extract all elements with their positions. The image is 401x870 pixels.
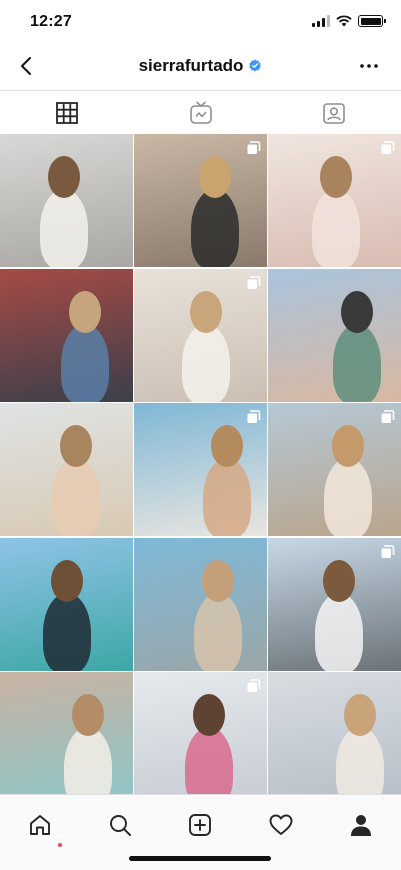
tab-tagged[interactable] <box>267 91 401 134</box>
nav-search-button[interactable] <box>100 805 140 845</box>
post-thumbnail-balcony-outfit[interactable] <box>134 537 267 671</box>
photo-subject <box>191 189 239 267</box>
photo-subject <box>333 323 381 402</box>
nav-activity-button[interactable] <box>261 805 301 845</box>
heart-icon <box>269 814 293 835</box>
nav-new-post-button[interactable] <box>180 805 220 845</box>
profile-tabs <box>0 90 401 134</box>
grid-icon <box>55 101 78 124</box>
photo-subject-hair <box>190 290 222 333</box>
post-thumbnail-closeup-portrait[interactable] <box>134 268 267 402</box>
photo-subject <box>61 323 109 402</box>
profile-username: sierrafurtado <box>138 56 244 75</box>
photo-subject-hair <box>202 559 234 602</box>
photo-subject-hair <box>69 290 101 333</box>
photo-subject <box>336 727 384 794</box>
photo-subject-hair <box>341 290 373 333</box>
photo-subject-hair <box>211 425 243 467</box>
home-icon <box>30 815 50 835</box>
photo-subject <box>182 323 230 402</box>
battery-icon <box>358 15 386 27</box>
post-thumbnail-sunset-duo[interactable] <box>268 268 401 402</box>
page-title: sierrafurtado <box>0 56 401 76</box>
photo-subject-hair <box>320 156 352 198</box>
verified-badge-icon <box>249 59 262 72</box>
status-bar: 12:27 <box>0 0 401 44</box>
tab-grid[interactable] <box>0 91 134 134</box>
photo-grid <box>0 134 401 794</box>
post-thumbnail-hot-tub-snow[interactable] <box>0 672 133 794</box>
photo-subject <box>324 458 372 536</box>
photo-subject-hair <box>193 694 225 736</box>
wifi-icon <box>336 15 352 27</box>
cellular-signal-icon <box>312 15 330 27</box>
carousel-icon <box>247 679 261 692</box>
photo-subject-hair <box>51 559 83 602</box>
post-thumbnail-bathroom-mirror-selfie[interactable] <box>0 134 133 267</box>
post-thumbnail-white-fence[interactable] <box>134 403 267 536</box>
photo-subject-hair <box>72 694 104 736</box>
carousel-icon <box>247 141 261 154</box>
add-post-icon <box>189 814 211 836</box>
post-thumbnail-red-car[interactable] <box>0 268 133 402</box>
post-thumbnail-balcony-group[interactable] <box>134 134 267 267</box>
photo-subject <box>43 592 91 671</box>
status-time: 12:27 <box>30 13 72 30</box>
photo-subject-hair <box>323 559 355 602</box>
igtv-icon <box>189 101 212 124</box>
post-thumbnail-jet-ski[interactable] <box>0 537 133 671</box>
carousel-icon <box>381 410 395 423</box>
search-icon <box>110 815 131 836</box>
photo-subject-hair <box>60 425 92 467</box>
photo-subject-hair <box>344 694 376 736</box>
carousel-icon <box>247 275 261 289</box>
post-thumbnail-castle[interactable] <box>268 537 401 671</box>
photo-subject <box>64 727 112 794</box>
post-thumbnail-horse-beach[interactable] <box>268 403 401 536</box>
tagged-person-icon <box>323 102 345 124</box>
tab-igtv[interactable] <box>134 91 268 134</box>
profile-icon <box>351 815 371 836</box>
profile-header: sierrafurtado <box>0 44 401 90</box>
photo-subject <box>315 592 363 671</box>
photo-subject-hair <box>48 156 80 198</box>
home-notification-dot <box>58 843 62 847</box>
status-icons <box>312 15 386 27</box>
post-thumbnail-snow-group[interactable] <box>134 672 267 794</box>
bottom-navigation <box>0 794 401 870</box>
photo-subject <box>185 727 233 794</box>
post-thumbnail-beach-pose[interactable] <box>0 403 133 536</box>
post-thumbnail-fur-hat[interactable] <box>268 672 401 794</box>
more-horizontal-icon <box>360 64 378 68</box>
photo-subject <box>203 458 251 536</box>
photo-subject <box>312 189 360 267</box>
nav-home-button[interactable] <box>20 805 62 847</box>
carousel-icon <box>247 410 261 423</box>
carousel-icon <box>381 141 395 154</box>
photo-subject <box>52 458 100 536</box>
more-options-button[interactable] <box>355 54 383 78</box>
photo-subject <box>40 189 88 267</box>
home-indicator <box>129 856 271 861</box>
photo-subject-hair <box>199 156 231 198</box>
carousel-icon <box>381 544 395 558</box>
photo-subject-hair <box>332 425 364 467</box>
photo-subject <box>194 592 242 671</box>
nav-profile-button[interactable] <box>341 805 381 845</box>
post-thumbnail-beach-picnic[interactable] <box>268 134 401 267</box>
